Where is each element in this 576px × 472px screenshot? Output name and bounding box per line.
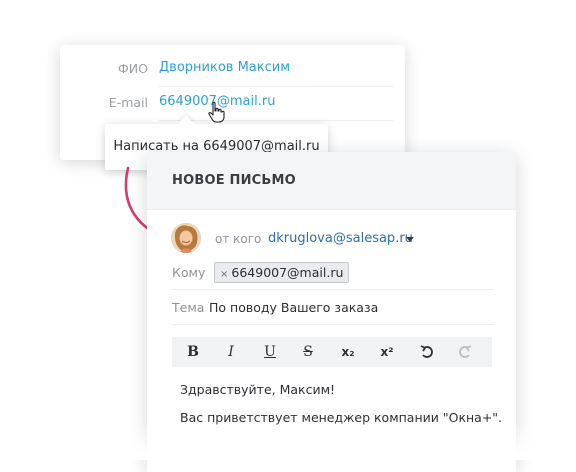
strikethrough-button[interactable]: S [289, 337, 327, 367]
from-label: от кого [215, 232, 262, 246]
italic-button[interactable]: I [212, 337, 250, 367]
subject-label: Тема [172, 300, 205, 315]
bottom-fade [0, 420, 576, 460]
fio-row: ФИО Дворников Максим [60, 55, 405, 87]
email-row: E-mail 6649007@mail.ru [60, 89, 405, 121]
divider [159, 86, 393, 87]
divider [172, 324, 494, 325]
compose-title: НОВОЕ ПИСЬМО [172, 173, 296, 188]
avatar [171, 223, 201, 253]
redo-button[interactable] [446, 337, 484, 367]
subject-input[interactable]: По поводу Вашего заказа [209, 300, 378, 315]
redo-icon [459, 345, 472, 358]
divider [172, 289, 494, 290]
divider [159, 120, 393, 121]
superscript-button[interactable]: x² [368, 337, 406, 367]
email-label: E-mail [108, 95, 148, 110]
hand-cursor-icon [208, 101, 225, 123]
recipient-chip[interactable]: × 6649007@mail.ru [214, 262, 350, 283]
undo-icon [420, 345, 433, 358]
bold-button[interactable]: B [174, 337, 212, 367]
from-select[interactable]: dkruglova@salesap.ru [268, 231, 413, 246]
subscript-button[interactable]: x₂ [329, 337, 367, 367]
caret-down-icon[interactable] [406, 237, 414, 242]
fio-label: ФИО [118, 61, 148, 76]
recipient-chip-label: 6649007@mail.ru [231, 265, 344, 280]
message-body-line[interactable]: Здравствуйте, Максим! [180, 382, 335, 397]
format-toolbar: B I U S x₂ x² [172, 337, 492, 367]
underline-button[interactable]: U [251, 337, 289, 367]
to-label: Кому [172, 265, 206, 280]
fio-value[interactable]: Дворников Максим [159, 60, 290, 75]
close-icon[interactable]: × [220, 269, 228, 280]
undo-button[interactable] [408, 337, 446, 367]
